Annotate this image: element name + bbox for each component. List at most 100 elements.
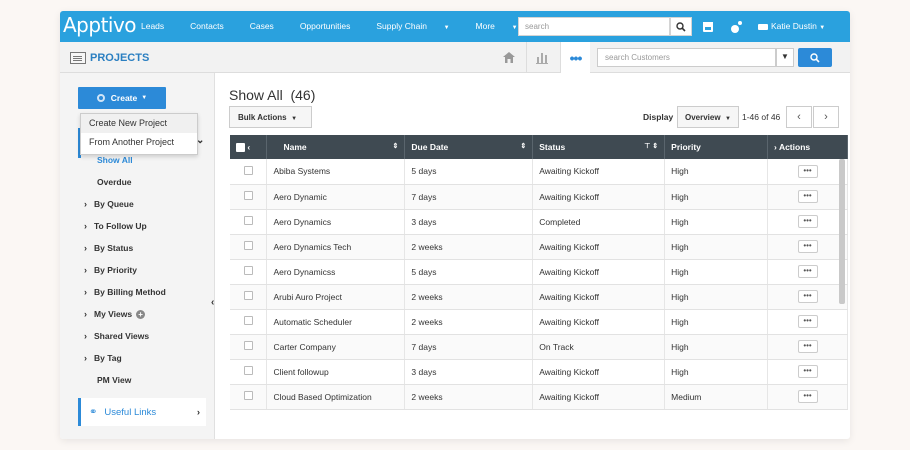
sidebar-item-by-billing-method[interactable]: › By Billing Method [84,287,166,297]
table-row[interactable]: Aero Dynamics 3 days Completed High ••• [230,209,848,235]
select-all-header[interactable]: ‹ [230,135,268,159]
create-dropdown-menu: Create New Project From Another Project [80,113,198,155]
sort-icon[interactable]: ⇕ [393,142,399,150]
collapse-sidebar-icon[interactable]: ‹ [211,297,214,308]
table-scrollbar[interactable] [839,159,845,304]
sidebar-item-to-follow-up[interactable]: › To Follow Up [84,221,147,231]
row-actions-button[interactable]: ••• [797,340,818,353]
page-title[interactable]: PROJECTS [90,52,149,64]
gear-icon [96,94,105,102]
sidebar-item-pm-view[interactable]: PM View [97,375,131,385]
table-row[interactable]: Cloud Based Optimization 2 weeks Awaiting … [230,384,848,410]
cell-due-date: 5 days [404,159,534,185]
cell-due-date: 2 weeks [404,284,534,310]
cell-status: Awaiting Kickoff [532,384,666,410]
row-checkbox[interactable] [243,216,253,225]
table-row[interactable]: Aero Dynamicss 5 days Awaiting Kickoff High… [230,259,848,285]
table-row[interactable]: Arubi Auro Project 2 weeks Awaiting Kickof… [230,284,848,310]
nav-item-contacts[interactable]: Contacts [190,21,237,31]
customer-search-dropdown[interactable]: ▼ [776,48,794,67]
display-select[interactable]: Overview ▼ [677,106,739,128]
sidebar-item-by-queue[interactable]: › By Queue [84,199,134,209]
row-actions-button[interactable]: ••• [797,190,818,203]
row-actions-button[interactable]: ••• [797,290,818,303]
row-checkbox[interactable] [243,165,253,175]
table-row[interactable]: Aero Dynamics Tech 2 weeks Awaiting Kickof… [230,234,848,260]
cell-actions: ••• [767,234,848,260]
row-actions-button[interactable]: ••• [797,365,818,378]
row-actions-button[interactable]: ••• [797,390,818,403]
top-bar: Apptivo Leads Contacts Cases Opportunities S… [60,11,850,42]
create-button[interactable]: Create ▼ [78,87,166,109]
cell-due-date: 2 weeks [404,384,534,410]
row-select-cell [230,359,268,385]
nav-item-supply-chain[interactable]: Supply Chain ▼ [376,21,462,31]
sidebar-item-overdue[interactable]: Overdue [97,177,132,187]
sidebar-item-by-tag[interactable]: › By Tag [84,353,122,363]
customer-search-button[interactable] [798,48,832,67]
apptivo-logo[interactable]: Apptivo [63,13,137,37]
row-checkbox[interactable] [243,316,253,325]
global-search-input[interactable]: search [518,17,670,36]
table-row[interactable]: Client followup 3 days Awaiting Kickoff Hig… [230,359,848,385]
row-checkbox[interactable] [243,241,253,250]
sidebar-item-show-all[interactable]: Show All [97,155,133,165]
search-button[interactable] [670,17,692,36]
more-options-icon[interactable]: ••• [560,42,590,73]
row-select-cell [230,184,268,210]
row-actions-button[interactable]: ••• [797,265,818,278]
row-actions-button[interactable]: ••• [797,240,818,253]
sidebar-item-shared-views[interactable]: › Shared Views [84,331,149,341]
table-row[interactable]: Abiba Systems 5 days Awaiting Kickoff High •… [230,159,848,185]
column-header-status[interactable]: Status ⊤ ⇕ [532,135,666,159]
cell-priority: Medium [664,384,769,410]
column-header-due-date[interactable]: Due Date ⇕ [404,135,534,159]
sidebar-item-by-status[interactable]: › By Status [84,243,133,253]
menu-item-from-another-project[interactable]: From Another Project [81,133,197,152]
column-header-name[interactable]: Name ⇕ [266,135,406,159]
sidebar-item-by-priority[interactable]: › By Priority [84,265,137,275]
nav-item-leads[interactable]: Leads [141,21,177,31]
cell-status: Awaiting Kickoff [532,309,666,335]
sort-icon[interactable]: ⇕ [520,142,526,150]
calendar-icon[interactable] [702,20,714,35]
home-icon[interactable] [494,42,524,73]
column-header-priority[interactable]: Priority [664,135,769,159]
cell-due-date: 3 days [404,209,534,235]
customer-search-input[interactable]: search Customers [597,48,776,67]
row-actions-button[interactable]: ••• [797,215,818,228]
user-menu[interactable]: Katie Dustin ▼ [758,21,825,31]
row-actions-button[interactable]: ••• [797,315,818,328]
table-row[interactable]: Automatic Scheduler 2 weeks Awaiting Kicko… [230,309,848,335]
cell-status: Awaiting Kickoff [532,284,666,310]
useful-links[interactable]: ⚭ Useful Links › [78,398,206,426]
menu-item-create-new-project[interactable]: Create New Project [81,114,197,133]
link-icon: ⚭ [89,406,98,418]
nav-item-opportunities[interactable]: Opportunities [300,21,364,31]
cell-actions: ••• [767,284,848,310]
table-row[interactable]: Aero Dynamic 7 days Awaiting Kickoff High ••… [230,184,848,210]
row-checkbox[interactable] [243,191,253,200]
row-checkbox[interactable] [243,291,253,300]
bulk-actions-button[interactable]: Bulk Actions ▼ [229,106,312,128]
table-row[interactable]: Carter Company 7 days On Track High ••• [230,334,848,360]
projects-table: ‹ Name ⇕ Due Date ⇕ Status ⊤ ⇕ Priority › A… [230,135,848,410]
apps-icon[interactable] [730,20,744,36]
list-heading-title: Show All [229,87,283,103]
row-checkbox[interactable] [243,366,253,375]
nav-item-cases[interactable]: Cases [250,21,287,31]
sort-filter-icon[interactable]: ⊤ ⇕ [644,142,658,150]
row-checkbox[interactable] [243,266,253,275]
next-page-button[interactable]: › [813,106,839,128]
cell-priority: High [664,309,769,335]
chevron-down-icon: ▼ [819,25,826,31]
select-all-checkbox[interactable] [236,143,245,153]
row-checkbox[interactable] [243,391,253,400]
prev-page-button[interactable]: ‹ [786,106,812,128]
column-header-actions[interactable]: › Actions [767,135,848,159]
sidebar-item-my-views[interactable]: › My Views + [84,309,146,319]
row-checkbox[interactable] [243,341,253,350]
reports-chart-icon[interactable] [526,42,556,73]
row-actions-button[interactable]: ••• [797,164,818,178]
add-view-icon[interactable]: + [136,310,146,319]
